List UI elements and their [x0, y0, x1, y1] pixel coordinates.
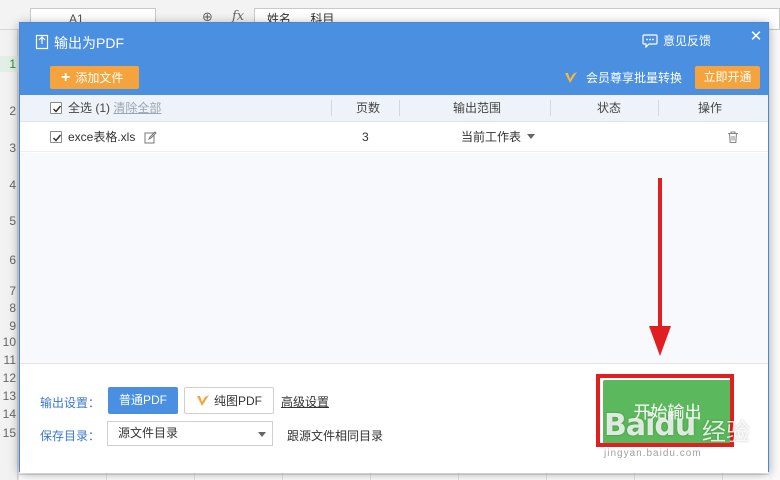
file-table-header: 全选 (1) 清除全部 页数 输出范围 状态 操作: [20, 95, 768, 122]
row-number[interactable]: 5: [0, 213, 18, 229]
annotation-arrow: [649, 178, 671, 356]
select-all-checkbox[interactable]: [50, 102, 62, 114]
row-number[interactable]: 10: [0, 334, 18, 350]
row-number[interactable]: 9: [0, 318, 18, 334]
row-number[interactable]: 12: [0, 370, 18, 386]
watermark-url: jingyan.baidu.com: [604, 448, 702, 459]
same-dir-text: 跟源文件相同目录: [287, 429, 384, 443]
column-divider: [331, 100, 332, 116]
feedback-label: 意见反馈: [663, 34, 712, 48]
normal-pdf-button[interactable]: 普通PDF: [108, 387, 178, 414]
row-number[interactable]: 6: [0, 252, 18, 268]
edit-icon[interactable]: [144, 131, 157, 144]
image-pdf-button[interactable]: 纯图PDF: [184, 387, 274, 414]
column-header-status: 状态: [597, 101, 622, 115]
checkbox-checked-icon: [52, 105, 62, 113]
file-pages: 3: [362, 130, 369, 144]
row-number[interactable]: 15: [0, 425, 18, 441]
pdf-export-icon: [35, 34, 49, 50]
row-checkbox[interactable]: [50, 131, 62, 143]
table-row[interactable]: exce表格.xls 3 当前工作表: [20, 122, 768, 152]
checkbox-checked-icon: [52, 134, 62, 142]
row-headers: 1 2 3 4 5 6 7 8 9 10 11 12 13 14 15: [0, 30, 18, 480]
range-select[interactable]: 当前工作表: [461, 122, 536, 152]
chevron-down-icon: [258, 432, 266, 437]
select-count: (1): [95, 101, 111, 115]
dialog-title: 输出为PDF: [54, 35, 124, 51]
vip-icon: [565, 71, 577, 83]
dropdown-caret-icon: [527, 134, 536, 139]
select-all-group: 全选 (1) 清除全部: [68, 95, 161, 122]
row-number[interactable]: 3: [0, 140, 18, 156]
column-header-actions: 操作: [698, 101, 723, 115]
select-all-label: 全选: [68, 101, 93, 115]
row-number[interactable]: 11: [0, 352, 18, 368]
close-icon[interactable]: ✕: [748, 29, 764, 45]
clear-all-link[interactable]: 清除全部: [113, 101, 161, 115]
range-value: 当前工作表: [461, 130, 522, 144]
save-dir-select[interactable]: 源文件目录: [107, 421, 273, 446]
trash-icon[interactable]: [726, 130, 740, 144]
watermark-brand: Baidu: [604, 408, 696, 443]
row-number[interactable]: 1: [0, 56, 18, 72]
column-divider: [550, 100, 551, 116]
row-number[interactable]: 7: [0, 283, 18, 299]
save-dir-value: 源文件目录: [118, 426, 179, 440]
row-number[interactable]: 14: [0, 406, 18, 422]
feedback-icon: [642, 33, 658, 48]
output-settings-label: 输出设置：: [40, 396, 101, 410]
advanced-settings-link[interactable]: 高级设置: [281, 393, 329, 410]
watermark: Baidu 经验 jingyan.baidu.com: [604, 408, 774, 470]
add-file-button[interactable]: + 添加文件: [50, 66, 139, 89]
watermark-text: 经验: [702, 419, 750, 446]
column-header-pages: 页数: [356, 101, 381, 115]
save-dir-label: 保存目录：: [40, 429, 101, 443]
column-header-range: 输出范围: [453, 101, 502, 115]
vip-small-icon: [196, 394, 209, 406]
add-file-label: 添加文件: [75, 71, 124, 85]
vip-promo-label: 会员尊享批量转换: [586, 71, 683, 85]
row-number[interactable]: 8: [0, 300, 18, 316]
dialog-header: 输出为PDF 意见反馈 ✕ + 添加文件 会员尊享批量转换 立即开通: [20, 23, 768, 95]
column-divider: [658, 100, 659, 116]
file-name: exce表格.xls: [68, 130, 136, 144]
column-divider: [399, 100, 400, 116]
row-number[interactable]: 4: [0, 177, 18, 193]
feedback-link[interactable]: 意见反馈: [642, 32, 711, 49]
row-number[interactable]: 2: [0, 103, 18, 119]
vip-promo: 会员尊享批量转换: [564, 69, 682, 86]
image-pdf-label: 纯图PDF: [213, 394, 262, 408]
open-now-button[interactable]: 立即开通: [695, 66, 760, 89]
row-number[interactable]: 13: [0, 388, 18, 404]
plus-icon: +: [61, 68, 71, 86]
